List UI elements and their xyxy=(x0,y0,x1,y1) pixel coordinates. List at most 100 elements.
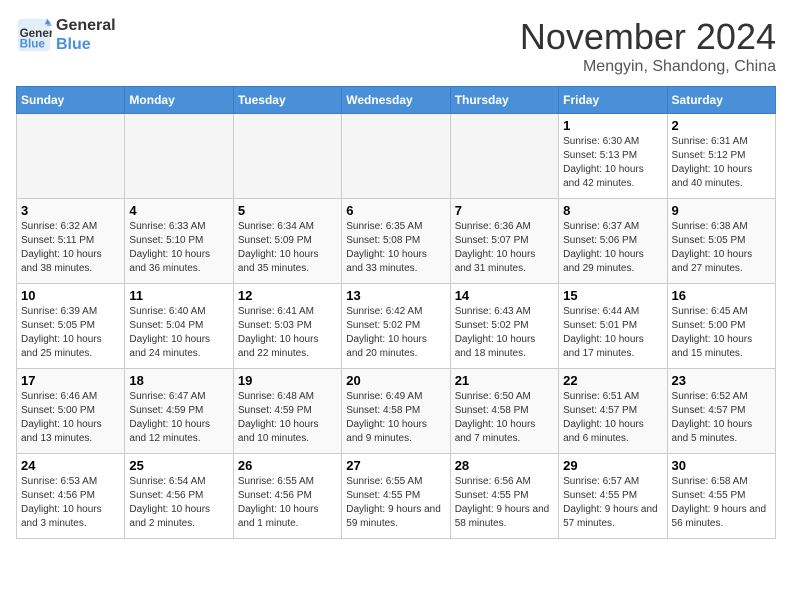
month-title: November 2024 xyxy=(520,16,776,58)
svg-text:Blue: Blue xyxy=(20,38,46,51)
day-info: Sunrise: 6:36 AM Sunset: 5:07 PM Dayligh… xyxy=(455,220,554,276)
day-number: 24 xyxy=(21,458,120,473)
day-info: Sunrise: 6:52 AM Sunset: 4:57 PM Dayligh… xyxy=(672,390,771,446)
calendar-cell: 16 Sunrise: 6:45 AM Sunset: 5:00 PM Dayli… xyxy=(667,284,775,369)
calendar-cell: 29 Sunrise: 6:57 AM Sunset: 4:55 PM Dayli… xyxy=(559,454,667,539)
calendar-cell: 22 Sunrise: 6:51 AM Sunset: 4:57 PM Dayli… xyxy=(559,369,667,454)
day-info: Sunrise: 6:40 AM Sunset: 5:04 PM Dayligh… xyxy=(129,305,228,361)
calendar-cell: 7 Sunrise: 6:36 AM Sunset: 5:07 PM Daylig… xyxy=(450,199,558,284)
calendar-cell xyxy=(125,114,233,199)
calendar-cell: 8 Sunrise: 6:37 AM Sunset: 5:06 PM Daylig… xyxy=(559,199,667,284)
calendar-cell xyxy=(17,114,125,199)
day-number: 7 xyxy=(455,203,554,218)
logo-icon: General Blue xyxy=(16,17,52,53)
weekday-header-thursday: Thursday xyxy=(450,87,558,114)
weekday-header-saturday: Saturday xyxy=(667,87,775,114)
day-number: 18 xyxy=(129,373,228,388)
week-row-1: 3 Sunrise: 6:32 AM Sunset: 5:11 PM Daylig… xyxy=(17,199,776,284)
calendar-cell: 21Sunrise: 6:50 AM Sunset: 4:58 PM Dayli… xyxy=(450,369,558,454)
day-info: Sunrise: 6:38 AM Sunset: 5:05 PM Dayligh… xyxy=(672,220,771,276)
weekday-header-monday: Monday xyxy=(125,87,233,114)
day-number: 6 xyxy=(346,203,445,218)
week-row-4: 24 Sunrise: 6:53 AM Sunset: 4:56 PM Dayli… xyxy=(17,454,776,539)
title-section: November 2024 Mengyin, Shandong, China xyxy=(520,16,776,76)
calendar-cell: 24 Sunrise: 6:53 AM Sunset: 4:56 PM Dayli… xyxy=(17,454,125,539)
day-info: Sunrise: 6:34 AM Sunset: 5:09 PM Dayligh… xyxy=(238,220,337,276)
day-number: 23 xyxy=(672,373,771,388)
day-info: Sunrise: 6:44 AM Sunset: 5:01 PM Dayligh… xyxy=(563,305,662,361)
calendar-cell: 13 Sunrise: 6:42 AM Sunset: 5:02 PM Dayli… xyxy=(342,284,450,369)
calendar-cell: 17 Sunrise: 6:46 AM Sunset: 5:00 PM Dayli… xyxy=(17,369,125,454)
calendar-cell: 28 Sunrise: 6:56 AM Sunset: 4:55 PM Dayli… xyxy=(450,454,558,539)
calendar-cell xyxy=(233,114,341,199)
day-info: Sunrise: 6:55 AM Sunset: 4:56 PM Dayligh… xyxy=(238,475,337,531)
calendar-cell: 10 Sunrise: 6:39 AM Sunset: 5:05 PM Dayli… xyxy=(17,284,125,369)
day-number: 2 xyxy=(672,118,771,133)
day-number: 15 xyxy=(563,288,662,303)
day-number: 5 xyxy=(238,203,337,218)
calendar-cell: 20Sunrise: 6:49 AM Sunset: 4:58 PM Dayli… xyxy=(342,369,450,454)
day-info: Sunrise: 6:39 AM Sunset: 5:05 PM Dayligh… xyxy=(21,305,120,361)
day-info: Sunrise: 6:49 AM Sunset: 4:58 PM Dayligh… xyxy=(346,390,445,446)
calendar-cell: 14Sunrise: 6:43 AM Sunset: 5:02 PM Dayli… xyxy=(450,284,558,369)
logo-general: General xyxy=(56,16,116,35)
location-title: Mengyin, Shandong, China xyxy=(520,58,776,76)
day-number: 3 xyxy=(21,203,120,218)
header: General Blue General Blue November 2024 … xyxy=(16,16,776,76)
day-info: Sunrise: 6:51 AM Sunset: 4:57 PM Dayligh… xyxy=(563,390,662,446)
day-info: Sunrise: 6:41 AM Sunset: 5:03 PM Dayligh… xyxy=(238,305,337,361)
day-number: 16 xyxy=(672,288,771,303)
day-number: 25 xyxy=(129,458,228,473)
day-number: 27 xyxy=(346,458,445,473)
day-number: 19 xyxy=(238,373,337,388)
weekday-header-friday: Friday xyxy=(559,87,667,114)
weekday-header-row: SundayMondayTuesdayWednesdayThursdayFrid… xyxy=(17,87,776,114)
day-info: Sunrise: 6:43 AM Sunset: 5:02 PM Dayligh… xyxy=(455,305,554,361)
calendar-cell: 4 Sunrise: 6:33 AM Sunset: 5:10 PM Daylig… xyxy=(125,199,233,284)
weekday-header-tuesday: Tuesday xyxy=(233,87,341,114)
calendar-cell: 3 Sunrise: 6:32 AM Sunset: 5:11 PM Daylig… xyxy=(17,199,125,284)
calendar-cell xyxy=(450,114,558,199)
calendar-cell: 12Sunrise: 6:41 AM Sunset: 5:03 PM Dayli… xyxy=(233,284,341,369)
day-number: 10 xyxy=(21,288,120,303)
calendar-cell: 1Sunrise: 6:30 AM Sunset: 5:13 PM Daylig… xyxy=(559,114,667,199)
day-number: 21 xyxy=(455,373,554,388)
day-info: Sunrise: 6:58 AM Sunset: 4:55 PM Dayligh… xyxy=(672,475,771,531)
calendar-cell: 23 Sunrise: 6:52 AM Sunset: 4:57 PM Dayli… xyxy=(667,369,775,454)
calendar-cell: 30Sunrise: 6:58 AM Sunset: 4:55 PM Dayli… xyxy=(667,454,775,539)
day-number: 17 xyxy=(21,373,120,388)
calendar-cell: 6Sunrise: 6:35 AM Sunset: 5:08 PM Daylig… xyxy=(342,199,450,284)
day-number: 22 xyxy=(563,373,662,388)
calendar-cell: 26Sunrise: 6:55 AM Sunset: 4:56 PM Dayli… xyxy=(233,454,341,539)
week-row-2: 10 Sunrise: 6:39 AM Sunset: 5:05 PM Dayli… xyxy=(17,284,776,369)
day-info: Sunrise: 6:42 AM Sunset: 5:02 PM Dayligh… xyxy=(346,305,445,361)
day-number: 4 xyxy=(129,203,228,218)
calendar-cell: 11Sunrise: 6:40 AM Sunset: 5:04 PM Dayli… xyxy=(125,284,233,369)
day-info: Sunrise: 6:33 AM Sunset: 5:10 PM Dayligh… xyxy=(129,220,228,276)
day-info: Sunrise: 6:37 AM Sunset: 5:06 PM Dayligh… xyxy=(563,220,662,276)
day-info: Sunrise: 6:57 AM Sunset: 4:55 PM Dayligh… xyxy=(563,475,662,531)
calendar-cell: 9Sunrise: 6:38 AM Sunset: 5:05 PM Daylig… xyxy=(667,199,775,284)
day-info: Sunrise: 6:47 AM Sunset: 4:59 PM Dayligh… xyxy=(129,390,228,446)
day-number: 1 xyxy=(563,118,662,133)
day-info: Sunrise: 6:45 AM Sunset: 5:00 PM Dayligh… xyxy=(672,305,771,361)
calendar-cell: 15 Sunrise: 6:44 AM Sunset: 5:01 PM Dayli… xyxy=(559,284,667,369)
day-number: 13 xyxy=(346,288,445,303)
day-number: 28 xyxy=(455,458,554,473)
day-number: 29 xyxy=(563,458,662,473)
day-info: Sunrise: 6:54 AM Sunset: 4:56 PM Dayligh… xyxy=(129,475,228,531)
day-info: Sunrise: 6:32 AM Sunset: 5:11 PM Dayligh… xyxy=(21,220,120,276)
day-info: Sunrise: 6:48 AM Sunset: 4:59 PM Dayligh… xyxy=(238,390,337,446)
calendar-cell: 2Sunrise: 6:31 AM Sunset: 5:12 PM Daylig… xyxy=(667,114,775,199)
day-info: Sunrise: 6:53 AM Sunset: 4:56 PM Dayligh… xyxy=(21,475,120,531)
week-row-3: 17 Sunrise: 6:46 AM Sunset: 5:00 PM Dayli… xyxy=(17,369,776,454)
day-info: Sunrise: 6:56 AM Sunset: 4:55 PM Dayligh… xyxy=(455,475,554,531)
day-number: 8 xyxy=(563,203,662,218)
weekday-header-sunday: Sunday xyxy=(17,87,125,114)
calendar-cell: 18 Sunrise: 6:47 AM Sunset: 4:59 PM Dayli… xyxy=(125,369,233,454)
logo: General Blue General Blue xyxy=(16,16,116,54)
calendar-cell: 25 Sunrise: 6:54 AM Sunset: 4:56 PM Dayli… xyxy=(125,454,233,539)
week-row-0: 1Sunrise: 6:30 AM Sunset: 5:13 PM Daylig… xyxy=(17,114,776,199)
calendar-cell: 5 Sunrise: 6:34 AM Sunset: 5:09 PM Daylig… xyxy=(233,199,341,284)
day-info: Sunrise: 6:46 AM Sunset: 5:00 PM Dayligh… xyxy=(21,390,120,446)
